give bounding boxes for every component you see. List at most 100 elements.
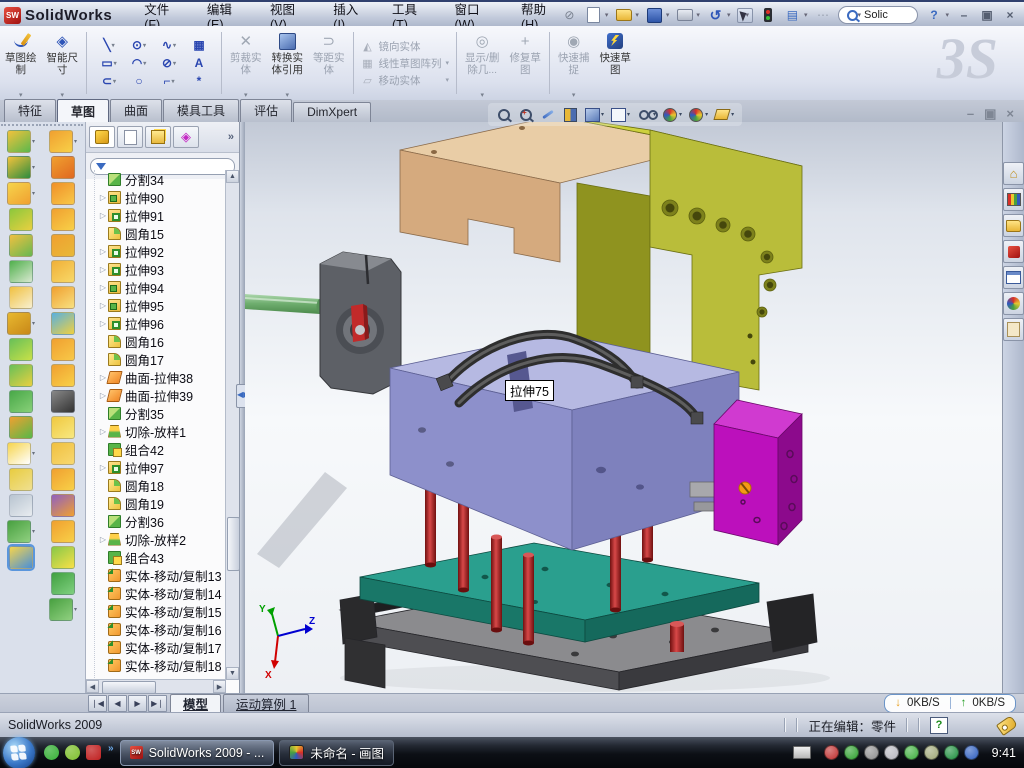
pin-icon[interactable]: ⊘ [561, 7, 578, 23]
sketch-entity-icon-10[interactable]: ⌐▾ [154, 72, 184, 90]
sketch-entity-icon-6[interactable]: ⊘▾ [154, 54, 184, 72]
model-mold-block[interactable] [390, 333, 739, 550]
tree-item-拉伸95[interactable]: ▷拉伸95 [98, 296, 226, 314]
features-tool-15[interactable]: ▾ [7, 520, 35, 543]
surfaces-tool-5[interactable] [51, 260, 75, 283]
search-box[interactable]: ▾ Solic [838, 6, 918, 24]
ribbon-tab-0[interactable]: 特征 [4, 99, 56, 122]
tab-propertymanager[interactable] [117, 126, 143, 148]
sketch-entity-dropdown[interactable]: ▾ [143, 60, 146, 67]
doc-restore-button[interactable]: ▣ [984, 106, 996, 122]
tree-item-切除-放样1[interactable]: ▷切除-放样1 [98, 422, 226, 440]
tree-item-拉伸91[interactable]: ▷拉伸91 [98, 206, 226, 224]
rebuild-icon[interactable] [760, 7, 777, 23]
surfaces-tool-3[interactable] [51, 208, 75, 231]
tree-item-实体-移动/复制13[interactable]: 实体-移动/复制13 [98, 566, 226, 584]
expand-arrow-icon[interactable]: ▷ [98, 301, 108, 310]
headsup-dropdown[interactable]: ▾ [601, 111, 604, 118]
surfaces-tool-7[interactable] [51, 312, 75, 335]
rapid-sketch-button[interactable]: 快速草 图 [594, 26, 636, 100]
expand-arrow-icon[interactable]: ▷ [98, 535, 108, 544]
tree-horizontal-scrollbar[interactable]: ◀ ▶ [86, 679, 226, 693]
sketch-entity-icon-7[interactable]: A [184, 54, 214, 72]
open-dropdown[interactable]: ▾ [635, 11, 639, 19]
features-tool-7[interactable]: ▾ [7, 312, 35, 335]
quick-launch-icon-1[interactable] [65, 745, 80, 760]
sketch-entity-icon-2[interactable]: ∿▾ [154, 36, 184, 54]
sketch-entity-dropdown[interactable]: ▾ [112, 42, 115, 49]
tree-item-圆角19[interactable]: 圆角19 [98, 494, 226, 512]
tag-icon[interactable] [996, 715, 1018, 736]
features-tool-dropdown-15[interactable]: ▾ [32, 528, 35, 535]
surfaces-tool-dropdown-0[interactable]: ▾ [74, 138, 77, 145]
features-tool-5[interactable] [9, 260, 33, 283]
sketch-button[interactable]: 草图绘 制▾ [0, 26, 42, 100]
sketch-entity-icon-8[interactable]: ⊂▾ [94, 72, 124, 90]
features-tool-dropdown-1[interactable]: ▾ [32, 164, 35, 171]
expand-arrow-icon[interactable]: ▷ [98, 463, 108, 472]
tree-item-圆角15[interactable]: 圆角15 [98, 224, 226, 242]
surfaces-tool-8[interactable] [51, 338, 75, 361]
surfaces-tool-1[interactable] [51, 156, 75, 179]
expand-arrow-icon[interactable]: ▷ [98, 211, 108, 220]
tray-icon-2[interactable] [864, 745, 879, 760]
ribbon-tab-2[interactable]: 曲面 [110, 99, 162, 122]
tree-item-组合43[interactable]: 组合43 [98, 548, 226, 566]
headsup-ball2-button[interactable]: ▾ [688, 107, 708, 122]
undo-dropdown[interactable]: ▾ [727, 11, 731, 19]
quick-launch-expand-icon[interactable]: » [108, 743, 114, 754]
headsup-dropdown[interactable]: ▾ [705, 111, 708, 118]
scroll-up-arrow[interactable]: ▲ [226, 170, 239, 183]
instant3d-tool[interactable] [9, 546, 33, 569]
sketch-entity-icon-9[interactable]: ○ [124, 72, 154, 90]
display-delete-relations-button[interactable]: ◎ 显示/删 除几...▾ [460, 26, 504, 100]
features-tool-14[interactable] [9, 494, 33, 517]
surfaces-tool-13[interactable] [51, 468, 75, 491]
headsup-dropdown[interactable]: ▾ [679, 111, 682, 118]
expand-arrow-icon[interactable]: ▷ [98, 283, 108, 292]
features-tool-dropdown-0[interactable]: ▾ [32, 138, 35, 145]
features-tool-dropdown-12[interactable]: ▾ [32, 450, 35, 457]
tree-item-分割34[interactable]: 分割34 [98, 170, 226, 188]
trim-entities-button[interactable]: ✕ 剪裁实 体▾ [225, 26, 267, 100]
tree-item-实体-移动/复制16[interactable]: 实体-移动/复制16 [98, 620, 226, 638]
headsup-sheet-button[interactable]: ▾ [714, 107, 734, 122]
quick-launch-icon-0[interactable] [44, 745, 59, 760]
model-3d-view[interactable]: Y Z X [245, 122, 1002, 693]
convert-entities-button[interactable]: 转换实 体引用▾ [267, 26, 309, 100]
tray-icon-7[interactable] [964, 745, 979, 760]
options-dropdown[interactable]: ▾ [804, 11, 808, 19]
headsup-cubewire-button[interactable]: ▾ [610, 107, 630, 122]
tree-item-圆角16[interactable]: 圆角16 [98, 332, 226, 350]
graphics-viewport[interactable]: Y Z X [245, 122, 1002, 693]
features-tool-8[interactable] [9, 338, 33, 361]
tab-featuremanager[interactable] [89, 126, 115, 148]
taskbar-task-0[interactable]: SWSolidWorks 2009 - ... [120, 740, 275, 766]
surfaces-tool-12[interactable] [51, 442, 75, 465]
headsup-dropdown[interactable]: ▾ [627, 111, 630, 118]
sheet-nav-button-1[interactable]: ◀ [108, 695, 127, 712]
surfaces-tool-17[interactable] [51, 572, 75, 595]
expand-arrow-icon[interactable]: ▷ [98, 265, 108, 274]
tree-item-曲面-拉伸38[interactable]: ▷曲面-拉伸38 [98, 368, 226, 386]
tree-item-拉伸92[interactable]: ▷拉伸92 [98, 242, 226, 260]
expand-arrow-icon[interactable]: ▷ [98, 193, 108, 202]
features-tool-11[interactable] [9, 416, 33, 439]
headsup-cube-button[interactable]: ▾ [584, 107, 604, 122]
surfaces-tool-16[interactable] [51, 546, 75, 569]
surfaces-tool-4[interactable] [51, 234, 75, 257]
sketch-entity-dropdown[interactable]: ▾ [113, 78, 116, 85]
save-dropdown[interactable]: ▾ [666, 11, 670, 19]
scroll-left-arrow[interactable]: ◀ [86, 680, 99, 693]
taskpane-toolbox-button[interactable] [1003, 240, 1024, 263]
doc-minimize-button[interactable]: – [967, 106, 974, 122]
save-icon[interactable] [646, 7, 663, 23]
model-sprue-arm[interactable] [245, 293, 324, 314]
sketch-entity-icon-4[interactable]: ▭▾ [94, 54, 124, 72]
doc-close-button[interactable]: × [1006, 106, 1014, 122]
tree-item-分割36[interactable]: 分割36 [98, 512, 226, 530]
minimize-button[interactable]: – [956, 8, 972, 22]
features-tool-6[interactable] [9, 286, 33, 309]
tree-item-曲面-拉伸39[interactable]: ▷曲面-拉伸39 [98, 386, 226, 404]
tree-item-切除-放样2[interactable]: ▷切除-放样2 [98, 530, 226, 548]
